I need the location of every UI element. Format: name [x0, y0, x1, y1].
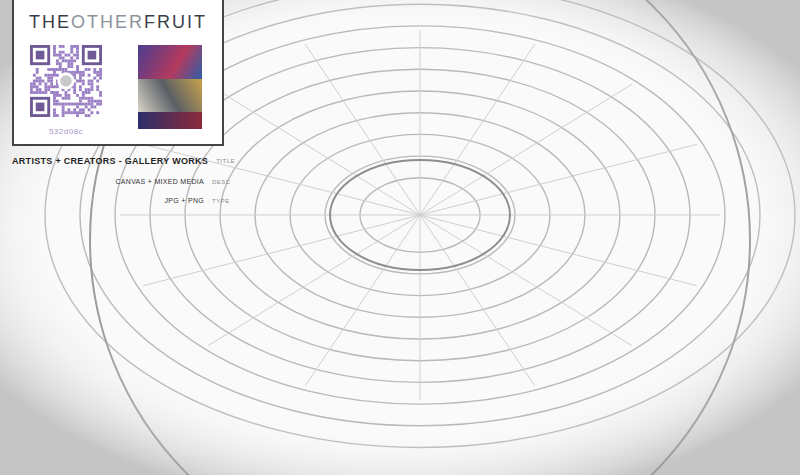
brand-part: OTHER [71, 12, 144, 33]
detail-row: ARTISTS + CREATORS - GALLERY WORKSTITLE [12, 156, 240, 166]
details-list: ARTISTS + CREATORS - GALLERY WORKSTITLE C… [12, 146, 240, 204]
brand-card: THEOTHERFRUIT 532d08c [12, 0, 224, 146]
qr-code-text: 532d08c [49, 123, 83, 136]
detail-value: JPG + PNG [12, 197, 204, 204]
detail-row: CANVAS + MIXED MEDIA DESC [12, 178, 240, 185]
detail-label: TITLE [216, 158, 244, 164]
detail-label: TYPE [212, 198, 240, 204]
brand-part: THE [29, 12, 71, 33]
detail-label: DESC [212, 179, 240, 185]
qr-code-icon[interactable] [30, 45, 102, 117]
brand-part: FRUIT [144, 12, 207, 33]
gallery-page: THEOTHERFRUIT 532d08c ARTISTS + CREATORS -… [0, 0, 800, 475]
detail-value: CANVAS + MIXED MEDIA [12, 178, 204, 185]
artwork-thumbnail[interactable] [138, 45, 202, 129]
brand-logo[interactable]: THEOTHERFRUIT [14, 12, 222, 33]
detail-value: ARTISTS + CREATORS - GALLERY WORKS [12, 156, 208, 166]
detail-row: JPG + PNG TYPE [12, 197, 240, 204]
